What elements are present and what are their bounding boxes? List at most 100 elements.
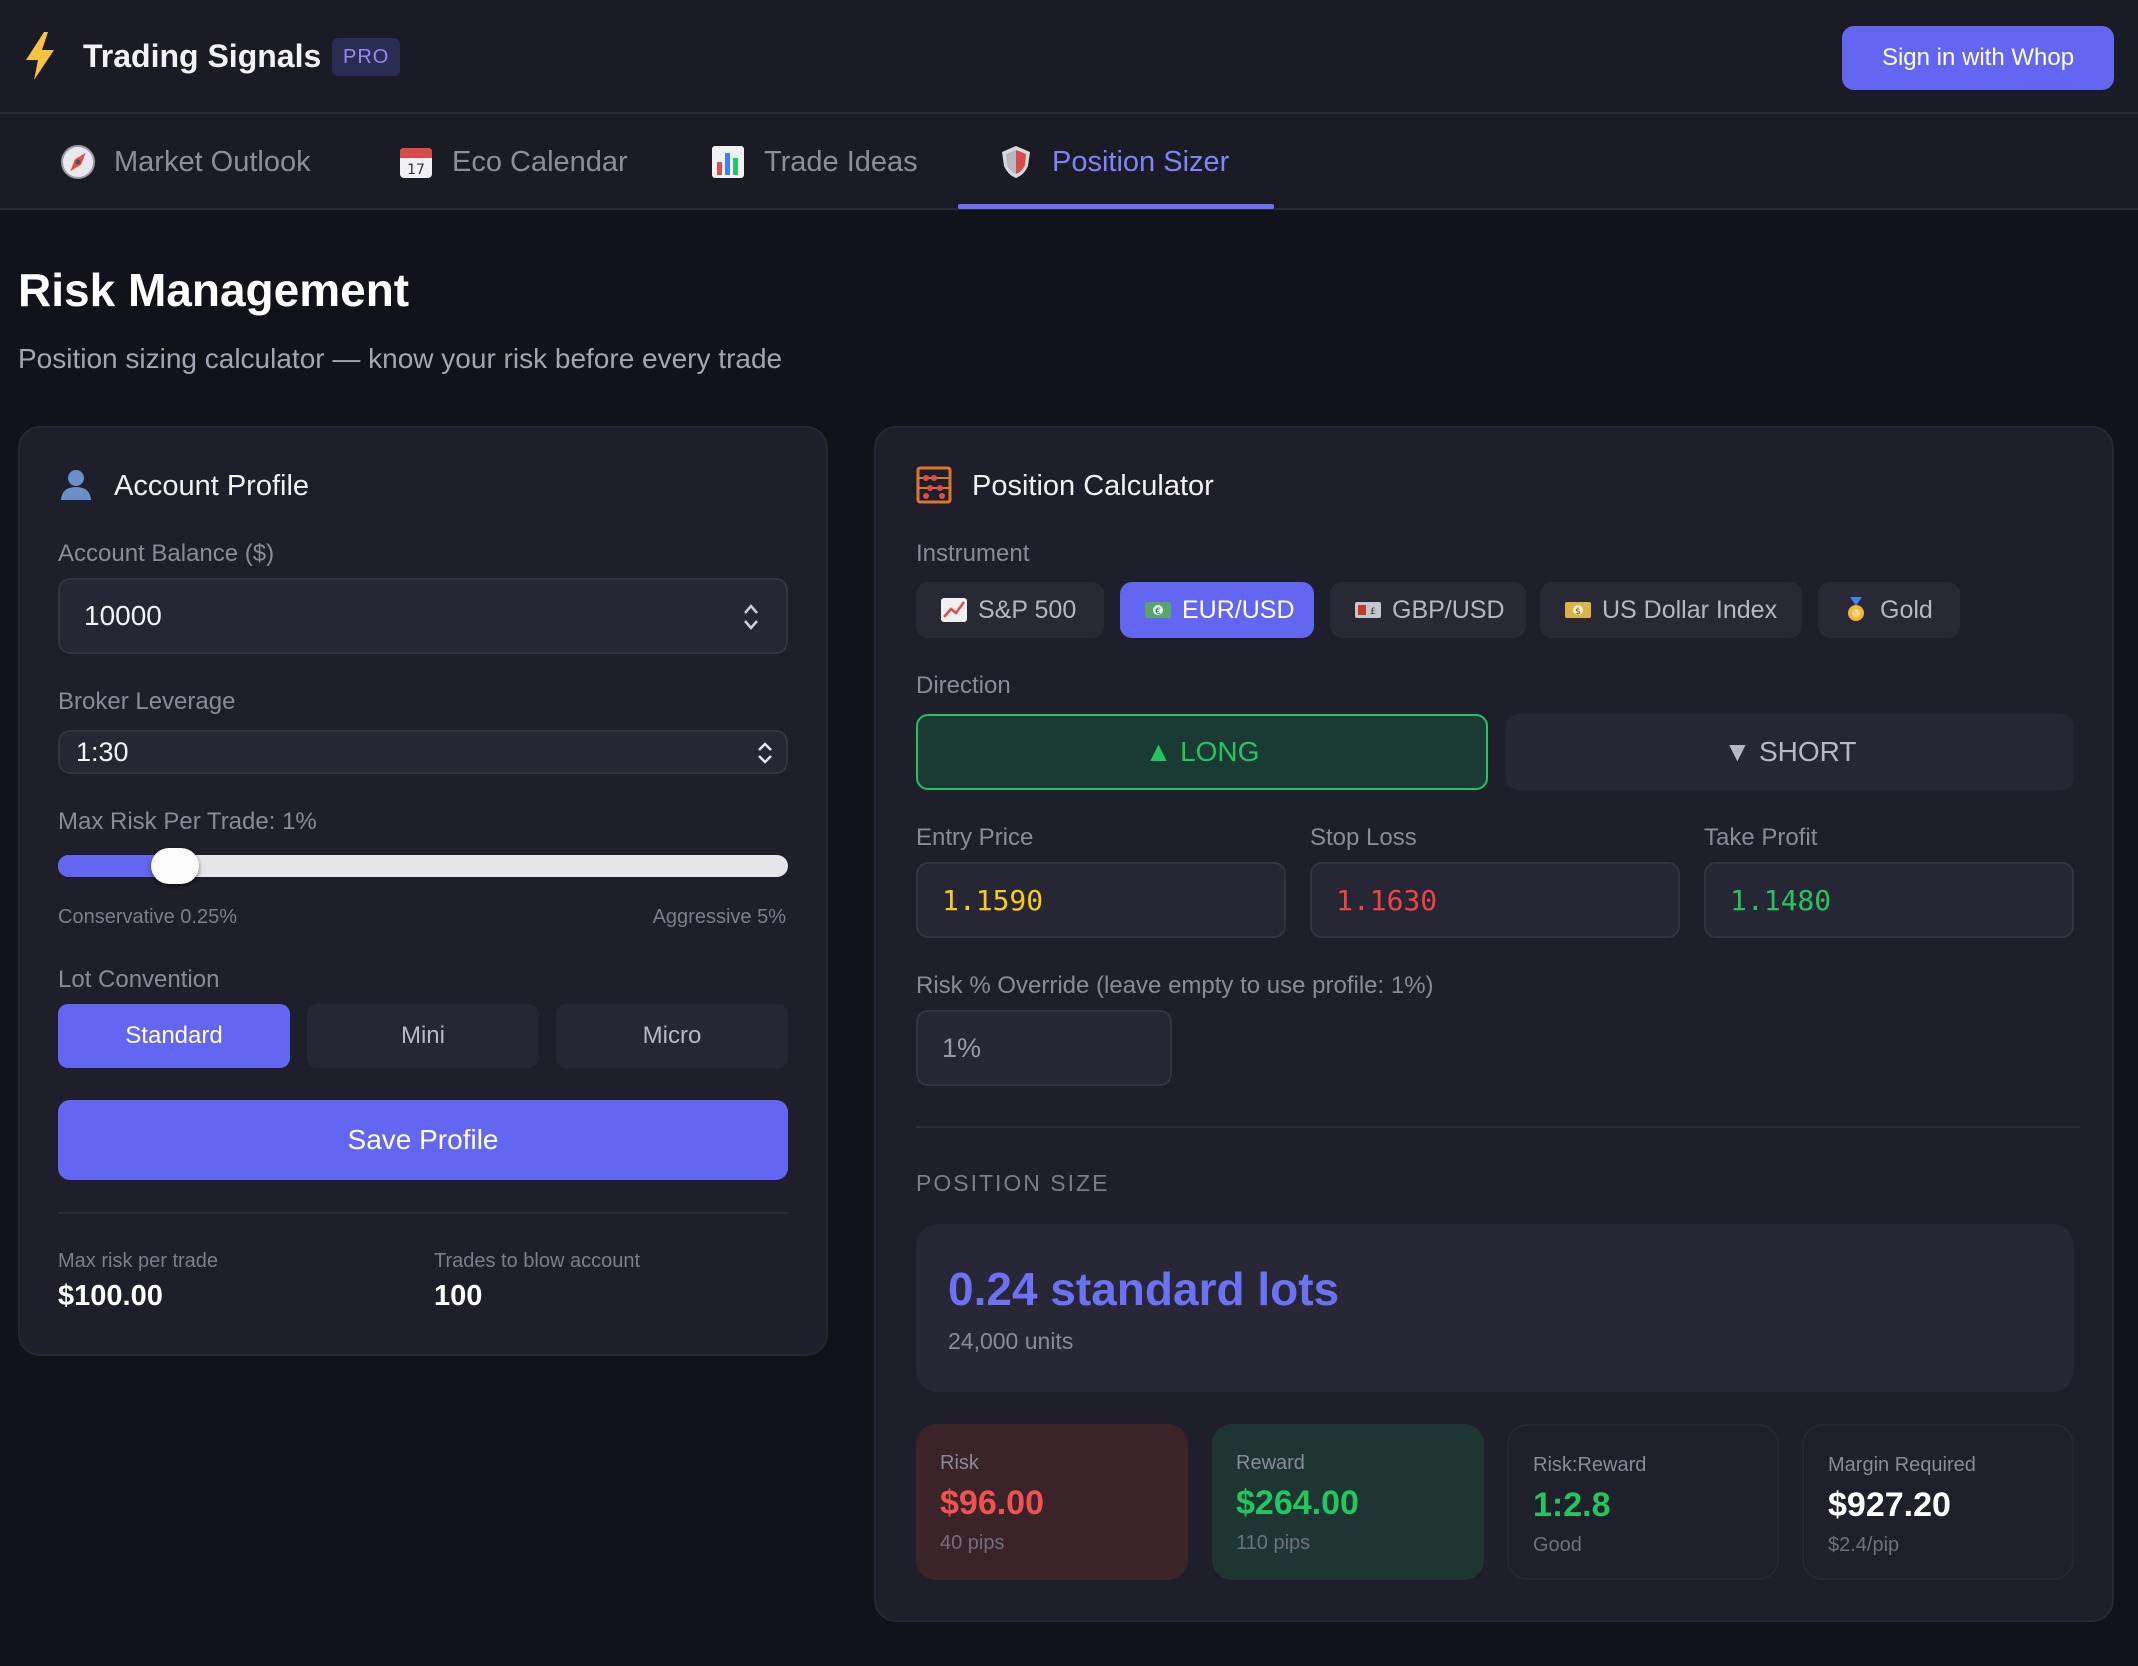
- entry-price-value: 1.1590: [942, 883, 1044, 917]
- stat-sub: Good: [1533, 1534, 1582, 1556]
- lot-convention-label: Lot Convention: [58, 966, 220, 993]
- stat-sub: 40 pips: [940, 1532, 1005, 1554]
- risk-reward-stat-card: Risk:Reward 1:2.8 Good: [1507, 1424, 1779, 1580]
- compass-icon: [60, 144, 96, 180]
- stat-label: Risk: [940, 1452, 979, 1474]
- stat-value: $927.20: [1828, 1486, 1951, 1524]
- lot-mini-button[interactable]: Mini: [307, 1004, 539, 1068]
- take-profit-label: Take Profit: [1704, 824, 1818, 851]
- leverage-label: Broker Leverage: [58, 688, 236, 715]
- reward-stat-card: Reward $264.00 110 pips: [1212, 1424, 1484, 1580]
- bar-chart-icon: [710, 144, 746, 180]
- risk-min-label: Conservative 0.25%: [58, 906, 237, 928]
- svg-text:£: £: [1370, 607, 1376, 617]
- instrument-label-text: GBP/USD: [1392, 595, 1505, 624]
- long-button[interactable]: ▲ LONG: [916, 714, 1488, 790]
- tab-label: Trade Ideas: [764, 145, 918, 178]
- pro-badge: PRO: [332, 38, 401, 76]
- lot-micro-button[interactable]: Micro: [556, 1004, 788, 1068]
- lot-standard-button[interactable]: Standard: [58, 1004, 290, 1068]
- abacus-icon: [916, 466, 952, 504]
- app-title: Trading Signals: [83, 38, 322, 74]
- pound-banknote-icon: £: [1354, 597, 1382, 623]
- max-risk-value: $100.00: [58, 1280, 163, 1312]
- chart-up-icon: [940, 597, 968, 623]
- instrument-label-text: US Dollar Index: [1602, 595, 1778, 624]
- stat-sub: $2.4/pip: [1828, 1534, 1900, 1556]
- instrument-label-text: S&P 500: [978, 595, 1077, 624]
- stat-label: Margin Required: [1828, 1454, 1976, 1476]
- lots-result: 0.24 standard lots: [948, 1263, 1340, 1315]
- stat-value: $96.00: [940, 1484, 1044, 1522]
- user-icon: [58, 466, 94, 502]
- account-balance-value: 10000: [84, 600, 162, 631]
- position-calculator-title: Position Calculator: [972, 470, 1214, 502]
- stat-value: $264.00: [1236, 1484, 1359, 1522]
- instrument-chip-gold[interactable]: Gold: [1818, 582, 1960, 638]
- tab-label: Eco Calendar: [452, 145, 628, 178]
- save-profile-button[interactable]: Save Profile: [58, 1100, 788, 1180]
- account-balance-input[interactable]: 10000: [58, 578, 788, 654]
- shield-icon: [998, 144, 1034, 180]
- lightning-bolt-icon: [26, 32, 54, 80]
- medal-icon: [1842, 597, 1870, 623]
- stat-label: Risk:Reward: [1533, 1454, 1647, 1476]
- account-profile-title: Account Profile: [114, 470, 310, 502]
- position-size-heading: POSITION SIZE: [916, 1170, 1110, 1196]
- stat-sub: 110 pips: [1236, 1532, 1311, 1554]
- risk-slider-thumb[interactable]: [151, 848, 199, 884]
- instrument-label-text: Gold: [1880, 595, 1933, 624]
- units-result: 24,000 units: [948, 1328, 1074, 1354]
- page-subtitle: Position sizing calculator — know your r…: [18, 343, 783, 374]
- risk-max-label: Aggressive 5%: [652, 906, 786, 928]
- instrument-chip-gbpusd[interactable]: £ GBP/USD: [1330, 582, 1526, 638]
- svg-text:$: $: [1575, 607, 1581, 617]
- calendar-icon: 17: [398, 144, 434, 180]
- stat-value: 1:2.8: [1533, 1486, 1611, 1524]
- direction-label: Direction: [916, 672, 1011, 699]
- instrument-label-text: EUR/USD: [1182, 595, 1295, 624]
- instrument-label: Instrument: [916, 540, 1030, 567]
- tab-label: Market Outlook: [114, 145, 311, 178]
- instrument-chip-sp500[interactable]: S&P 500: [916, 582, 1104, 638]
- tab-position-sizer[interactable]: Position Sizer: [998, 114, 1229, 210]
- risk-override-input[interactable]: 1%: [916, 1010, 1172, 1086]
- tab-eco-calendar[interactable]: 17 Eco Calendar: [398, 114, 628, 210]
- entry-price-label: Entry Price: [916, 824, 1034, 851]
- instrument-chip-eurusd[interactable]: € EUR/USD: [1120, 582, 1314, 638]
- page-title: Risk Management: [18, 264, 410, 316]
- stop-loss-input[interactable]: 1.1630: [1310, 862, 1680, 938]
- select-arrows-icon: [758, 742, 772, 764]
- active-tab-indicator: [958, 204, 1274, 209]
- euro-banknote-icon: €: [1144, 597, 1172, 623]
- max-risk-label: Max risk per trade: [58, 1250, 219, 1272]
- stop-loss-value: 1.1630: [1336, 883, 1438, 917]
- instrument-chip-dxy[interactable]: $ US Dollar Index: [1540, 582, 1802, 638]
- balance-label: Account Balance ($): [58, 540, 275, 567]
- take-profit-input[interactable]: 1.1480: [1704, 862, 2074, 938]
- leverage-value: 1:30: [76, 736, 129, 767]
- divider: [58, 1212, 788, 1214]
- short-button[interactable]: ▼ SHORT: [1506, 714, 2074, 790]
- stop-loss-label: Stop Loss: [1310, 824, 1417, 851]
- margin-stat-card: Margin Required $927.20 $2.4/pip: [1802, 1424, 2074, 1580]
- tab-market-outlook[interactable]: Market Outlook: [60, 114, 311, 210]
- take-profit-value: 1.1480: [1730, 883, 1832, 917]
- trades-to-blow-label: Trades to blow account: [434, 1250, 641, 1272]
- position-size-panel: 0.24 standard lots 24,000 units: [916, 1224, 2074, 1392]
- stepper-icon[interactable]: [742, 602, 760, 632]
- svg-text:17: 17: [407, 162, 425, 178]
- trades-to-blow-value: 100: [434, 1280, 483, 1312]
- stat-label: Reward: [1236, 1452, 1305, 1474]
- tab-bar: Market Outlook 17 Eco Calendar Trade Ide…: [0, 114, 2138, 210]
- tab-label: Position Sizer: [1052, 145, 1230, 178]
- entry-price-input[interactable]: 1.1590: [916, 862, 1286, 938]
- top-header: Trading Signals PRO Sign in with Whop: [0, 0, 2138, 114]
- sign-in-button[interactable]: Sign in with Whop: [1842, 26, 2114, 90]
- tab-trade-ideas[interactable]: Trade Ideas: [710, 114, 918, 210]
- divider: [916, 1126, 2080, 1128]
- leverage-select[interactable]: 1:30: [58, 730, 788, 774]
- svg-text:€: €: [1155, 607, 1161, 617]
- risk-override-label: Risk % Override (leave empty to use prof…: [916, 972, 1434, 999]
- risk-override-placeholder: 1%: [942, 1032, 982, 1063]
